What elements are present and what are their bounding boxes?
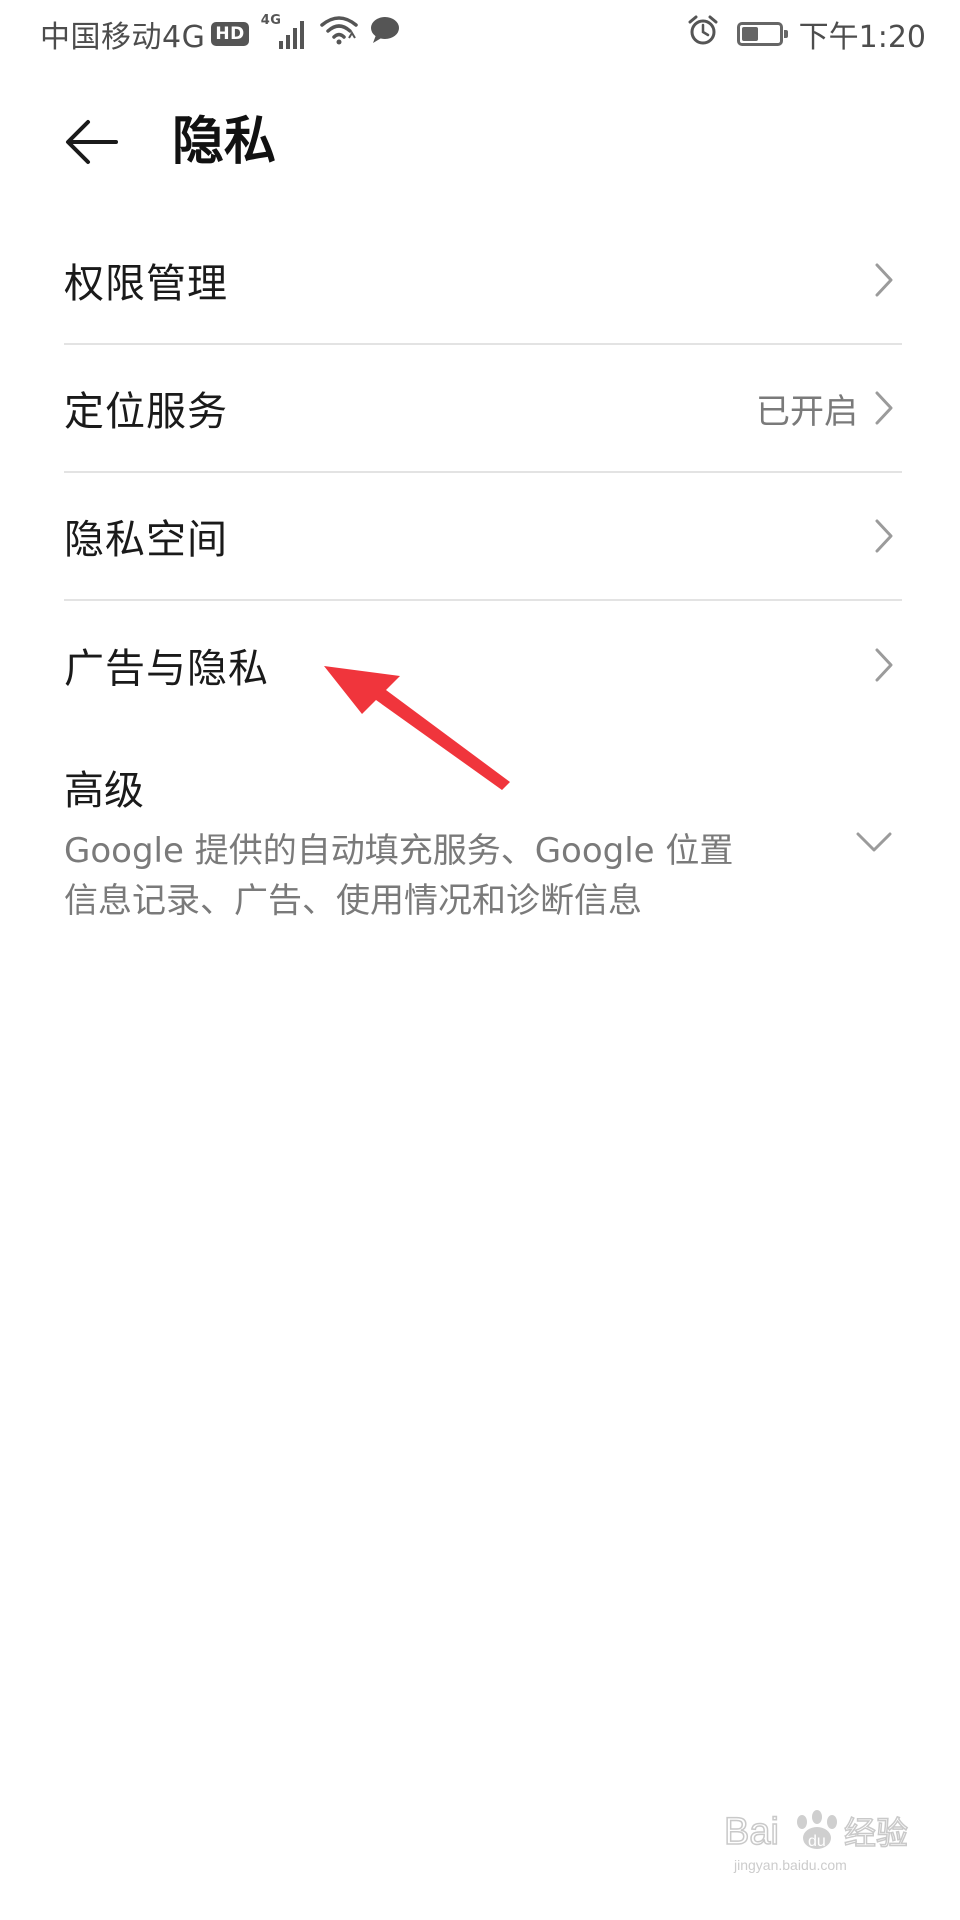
list-item-permission-management[interactable]: 权限管理 bbox=[64, 217, 902, 345]
chevron-right-icon bbox=[875, 648, 893, 682]
list-item-private-space[interactable]: 隐私空间 bbox=[64, 473, 902, 601]
status-bar: 中国移动4G HD 4G 下午1:20 bbox=[0, 0, 960, 66]
list-item-location-service[interactable]: 定位服务 已开启 bbox=[64, 345, 902, 473]
chevron-right-icon bbox=[875, 391, 893, 425]
back-button[interactable] bbox=[60, 110, 124, 174]
status-left: 中国移动4G HD 4G bbox=[40, 13, 401, 55]
list-item-label: 权限管理 bbox=[64, 261, 228, 307]
status-right: 下午1:20 bbox=[687, 14, 926, 55]
wifi-icon bbox=[319, 14, 359, 54]
clock: 下午1:20 bbox=[798, 20, 926, 55]
location-status-value: 已开启 bbox=[756, 391, 858, 432]
battery-level bbox=[741, 27, 758, 41]
svg-text:du: du bbox=[808, 1833, 826, 1850]
alarm-icon bbox=[687, 14, 719, 54]
chevron-right-icon bbox=[875, 519, 893, 553]
page-title: 隐私 bbox=[172, 112, 277, 172]
list-item-label: 广告与隐私 bbox=[64, 646, 269, 692]
network-type-label: 4G bbox=[260, 13, 282, 28]
battery-icon bbox=[736, 22, 788, 46]
list-item-label: 隐私空间 bbox=[64, 517, 228, 563]
arrow-left-icon bbox=[66, 120, 118, 164]
message-icon bbox=[369, 15, 401, 53]
svg-text:Bai: Bai bbox=[724, 1811, 779, 1853]
app-bar: 隐私 bbox=[0, 96, 960, 188]
hd-badge: HD bbox=[211, 22, 249, 46]
svg-text:jingyan.baidu.com: jingyan.baidu.com bbox=[733, 1857, 847, 1873]
advanced-description: Google 提供的自动填充服务、Google 位置信息记录、广告、使用情况和诊… bbox=[64, 831, 734, 921]
chevron-down-icon[interactable] bbox=[854, 828, 894, 856]
carrier-name: 中国移动4G bbox=[40, 20, 206, 55]
annotation-arrow-icon bbox=[324, 666, 510, 790]
list-item-label: 定位服务 bbox=[64, 389, 228, 435]
chevron-right-icon bbox=[875, 263, 893, 297]
signal-icon: 4G bbox=[261, 13, 309, 51]
baidu-jingyan-watermark: Bai du 经验 jingyan.baidu.com bbox=[723, 1810, 909, 1873]
svg-text:经验: 经验 bbox=[844, 1814, 908, 1852]
